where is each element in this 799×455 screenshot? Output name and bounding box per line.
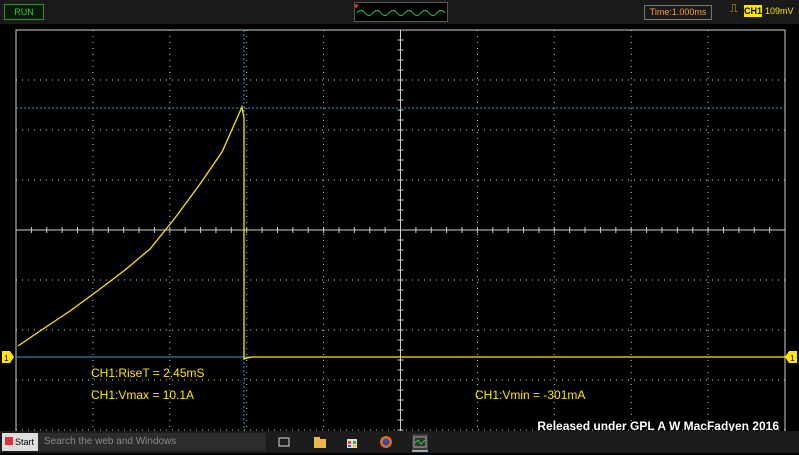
oscilloscope-app-icon[interactable] — [412, 434, 428, 452]
trigger-channel-badge[interactable]: CH1 — [744, 5, 762, 17]
task-view-icon[interactable] — [276, 434, 292, 450]
channel-1-right-marker-label: 1 — [790, 354, 795, 363]
taskbar-search-box[interactable]: Search the web and Windows — [38, 433, 266, 451]
channel-1-ground-marker[interactable]: 1 — [2, 351, 14, 363]
vmax-measurement: CH1:Vmax = 10.1A — [91, 388, 195, 402]
channel-1-marker-label: 1 — [4, 354, 9, 363]
scope-toolbar: RUN ▾ Time:1.000ms ⎍ CH1 109mV — [0, 0, 799, 24]
timebase-display[interactable]: Time:1.000ms — [644, 5, 712, 20]
firefox-icon[interactable] — [378, 434, 394, 450]
rise-time-measurement: CH1:RiseT = 2.45mS — [91, 366, 205, 380]
windows-logo-icon — [5, 437, 13, 445]
vmin-measurement: CH1:Vmin = -301mA — [475, 388, 586, 402]
start-label: Start — [15, 437, 35, 447]
waveform-overview[interactable]: ▾ — [354, 1, 448, 22]
trigger-level-value: 109mV — [765, 6, 794, 16]
trigger-edge-icon: ⎍ — [730, 3, 738, 15]
start-button[interactable]: Start — [2, 433, 38, 451]
channel-1-right-marker: 1 — [785, 351, 797, 363]
file-explorer-icon[interactable] — [312, 434, 328, 450]
ch1-waveform — [17, 104, 785, 360]
overview-trace — [356, 10, 446, 16]
store-icon[interactable] — [344, 434, 360, 450]
run-status-button[interactable]: RUN — [4, 4, 44, 20]
windows-taskbar: Start Search the web and Windows — [0, 431, 799, 453]
